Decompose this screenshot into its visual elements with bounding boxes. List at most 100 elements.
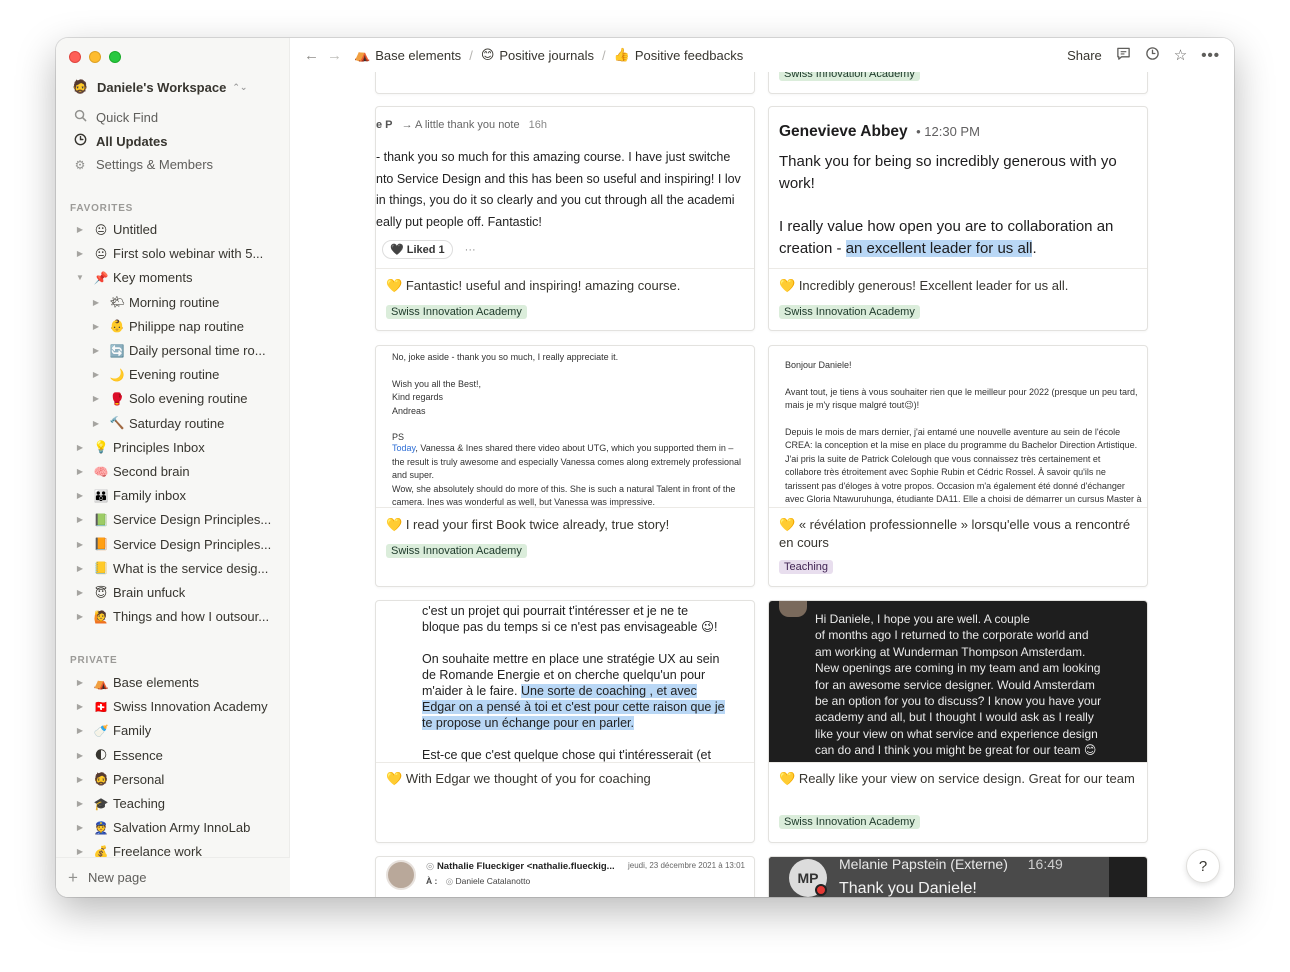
page-emoji-icon: 😐 xyxy=(94,246,108,261)
gear-icon: ⚙ xyxy=(74,157,86,172)
triangle-right-icon[interactable]: ▶ xyxy=(74,799,86,808)
more-options-icon[interactable]: ••• xyxy=(1201,47,1220,64)
triangle-right-icon[interactable]: ▶ xyxy=(74,702,86,711)
favorites-item[interactable]: ▶ 😐 Untitled xyxy=(74,222,294,237)
private-item[interactable]: ▶ 🎓 Teaching xyxy=(74,796,294,811)
favorites-item[interactable]: ▶ 🔄 Daily personal time ro... xyxy=(90,343,310,358)
feedback-card[interactable]: Hi Daniele, I hope you are well. A coupl… xyxy=(768,600,1148,843)
favorites-item[interactable]: ▶ 💡 Principles Inbox xyxy=(74,440,294,455)
feedback-card[interactable]: Genevieve Abbey • 12:30 PM Thank you for… xyxy=(768,106,1148,331)
feedback-card[interactable]: e P → A little thank you note 16h - than… xyxy=(375,106,755,331)
feedback-card[interactable]: c'est un projet qui pourrait t'intéresse… xyxy=(375,600,755,843)
caption-text: With Edgar we thought of you for coachin… xyxy=(405,771,651,786)
private-item[interactable]: ▶ 👮 Salvation Army InnoLab xyxy=(74,820,294,835)
tent-icon: ⛺ xyxy=(354,47,371,62)
forward-arrow-icon[interactable]: → xyxy=(327,47,342,64)
triangle-down-icon[interactable]: ▼ xyxy=(74,273,86,282)
feedback-card[interactable]: No, joke aside - thank you so much, I re… xyxy=(375,345,755,587)
triangle-right-icon[interactable]: ▶ xyxy=(90,322,102,331)
triangle-right-icon[interactable]: ▶ xyxy=(74,225,86,234)
favorites-item[interactable]: ▶ 📙 Service Design Principles... xyxy=(74,537,294,552)
triangle-right-icon[interactable]: ▶ xyxy=(74,678,86,687)
card-preview-image: Bonjour Daniele! Avant tout, je tiens à v… xyxy=(769,346,1147,508)
back-arrow-icon[interactable]: ← xyxy=(304,47,319,64)
breadcrumb-item[interactable]: ⛺ Base elements xyxy=(354,47,461,63)
triangle-right-icon[interactable]: ▶ xyxy=(90,419,102,428)
workspace-switcher[interactable]: 🧔 Daniele's Workspace ⌃⌄ xyxy=(72,79,247,95)
triangle-right-icon[interactable]: ▶ xyxy=(74,726,86,735)
favorites-item[interactable]: ▶ 📒 What is the service desig... xyxy=(74,561,294,576)
yellow-heart-icon: 💛 xyxy=(386,771,403,786)
triangle-right-icon[interactable]: ▶ xyxy=(74,515,86,524)
triangle-right-icon[interactable]: ▶ xyxy=(74,467,86,476)
page-emoji-icon: 🌤 xyxy=(109,295,125,310)
private-item[interactable]: ▶ 🧔 Personal xyxy=(74,772,294,787)
message-line: Est-ce que c'est quelque chose qui t'int… xyxy=(422,748,711,762)
private-item[interactable]: ▶ 🇨🇭 Swiss Innovation Academy xyxy=(74,699,294,714)
page-emoji-icon: 🔄 xyxy=(109,343,125,358)
favorites-item[interactable]: ▶ 🔨 Saturday routine xyxy=(90,416,310,431)
favorites-item[interactable]: ▶ 🧠 Second brain xyxy=(74,464,294,479)
private-item[interactable]: ▶ 🌓 Essence xyxy=(74,748,294,763)
help-button[interactable]: ? xyxy=(1186,849,1220,883)
favorites-item[interactable]: ▶ 📗 Service Design Principles... xyxy=(74,512,294,527)
favorites-item[interactable]: ▶ 😇 Brain unfuck xyxy=(74,585,294,600)
all-updates-button[interactable]: All Updates xyxy=(72,133,168,149)
triangle-right-icon[interactable]: ▶ xyxy=(74,823,86,832)
favorites-item[interactable]: ▶ 🌤 Morning routine xyxy=(90,295,310,310)
page-label: Essence xyxy=(113,747,163,763)
page-emoji-icon: 👪 xyxy=(93,488,109,503)
history-clock-icon[interactable] xyxy=(1145,46,1160,65)
triangle-right-icon[interactable]: ▶ xyxy=(74,249,86,258)
quick-find-button[interactable]: Quick Find xyxy=(72,109,158,125)
feedback-card[interactable]: Bonjour Daniele! Avant tout, je tiens à v… xyxy=(768,345,1148,587)
private-item[interactable]: ▶ 🍼 Family xyxy=(74,723,294,738)
triangle-right-icon[interactable]: ▶ xyxy=(74,775,86,784)
triangle-right-icon[interactable]: ▶ xyxy=(74,751,86,760)
page-label: Service Design Principles... xyxy=(113,536,272,552)
liked-count: Liked 1 xyxy=(406,244,445,256)
tag: Swiss Innovation Academy xyxy=(779,815,920,829)
favorites-item[interactable]: ▶ 👪 Family inbox xyxy=(74,488,294,503)
triangle-right-icon[interactable]: ▶ xyxy=(90,394,102,403)
breadcrumb-item[interactable]: 👍 Positive feedbacks xyxy=(614,47,744,63)
workspace-name: Daniele's Workspace xyxy=(97,79,227,95)
triangle-right-icon[interactable]: ▶ xyxy=(74,612,86,621)
page-emoji-icon: 🧠 xyxy=(93,464,109,479)
page-label: Family inbox xyxy=(113,488,186,504)
close-window-button[interactable] xyxy=(69,51,81,63)
triangle-right-icon[interactable]: ▶ xyxy=(74,564,86,573)
breadcrumb-item[interactable]: 😊 Positive journals xyxy=(481,47,594,63)
star-icon[interactable]: ☆ xyxy=(1174,46,1187,64)
favorites-item[interactable]: ▼ 📌 Key moments xyxy=(74,270,294,285)
triangle-right-icon[interactable]: ▶ xyxy=(74,443,86,452)
new-page-button[interactable]: + New page xyxy=(56,857,290,897)
yellow-heart-icon: 💛 xyxy=(779,278,796,293)
favorites-item[interactable]: ▶ 🌙 Evening routine xyxy=(90,367,310,382)
triangle-right-icon[interactable]: ▶ xyxy=(90,370,102,379)
triangle-right-icon[interactable]: ▶ xyxy=(90,346,102,355)
zoom-window-button[interactable] xyxy=(109,51,121,63)
triangle-right-icon[interactable]: ▶ xyxy=(74,588,86,597)
feedback-card-partial[interactable]: MP Melanie Papstein (Externe) 16:49 Than… xyxy=(768,856,1148,897)
text-line: can do and I think you might be great fo… xyxy=(815,743,1097,758)
favorites-item[interactable]: ▶ 👶 Philippe nap routine xyxy=(90,319,310,334)
favorites-item[interactable]: ▶ 🙋 Things and how I outsour... xyxy=(74,609,294,624)
page-emoji-icon: 🙋 xyxy=(93,609,109,624)
triangle-right-icon[interactable]: ▶ xyxy=(74,847,86,856)
minimize-window-button[interactable] xyxy=(89,51,101,63)
share-button[interactable]: Share xyxy=(1067,48,1102,63)
settings-members-button[interactable]: ⚙ Settings & Members xyxy=(72,157,213,172)
private-item[interactable]: ▶ ⛺ Base elements xyxy=(74,675,294,690)
triangle-right-icon[interactable]: ▶ xyxy=(90,298,102,307)
comment-icon[interactable] xyxy=(1116,46,1131,65)
triangle-right-icon[interactable]: ▶ xyxy=(74,491,86,500)
message-line: m'aider à le faire. Une sorte de coachin… xyxy=(422,684,697,698)
favorites-item[interactable]: ▶ 😐 First solo webinar with 5... xyxy=(74,246,294,261)
page-label: Personal xyxy=(113,771,165,787)
triangle-right-icon[interactable]: ▶ xyxy=(74,540,86,549)
favorites-item[interactable]: ▶ 🥊 Solo evening routine xyxy=(90,391,310,406)
email-line: Wow, she absolutely should do more of th… xyxy=(392,483,736,494)
feedback-card-partial[interactable]: ◎ Nathalie Flueckiger <nathalie.flueckig… xyxy=(375,856,755,897)
message-line: work! xyxy=(779,175,815,192)
